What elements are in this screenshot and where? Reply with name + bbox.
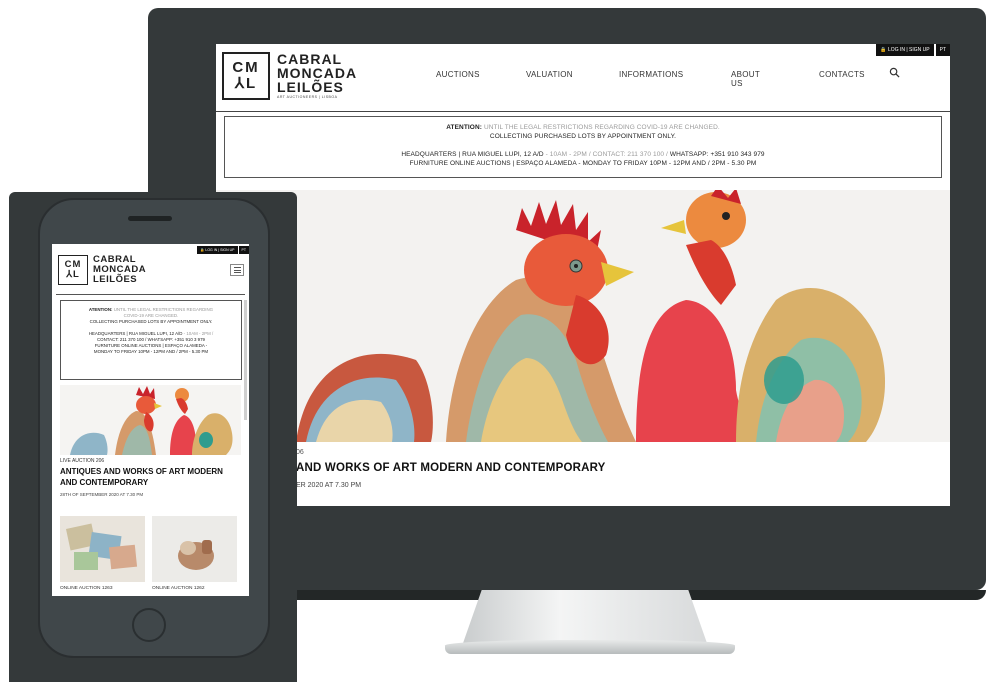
mobile-notice-label: ATENTION: (88, 307, 113, 312)
mobile-scrollbar[interactable] (244, 300, 247, 420)
logo-line-2: MONCADA (277, 65, 358, 81)
object-thumbnail-image (152, 516, 237, 582)
mobile-hq-hours: - 10AM - 2PM / (182, 330, 214, 336)
hq-hours: - 10AM - 2PM / CONTACT: 211 370 100 / (543, 151, 670, 158)
notice-label: ATENTION: (446, 124, 483, 131)
device-mockup: CM ⅄L CABRAL MONCADA LEILÕES ART AUCTION… (0, 0, 993, 682)
mobile-auction-title[interactable]: ANTIQUES AND WORKS OF ART MODERN AND CON… (60, 466, 240, 488)
monitor-stand (462, 590, 708, 646)
phone-speaker (128, 216, 172, 221)
auction-code: 06 (296, 449, 304, 456)
mobile-hero-image[interactable] (60, 385, 241, 455)
mobile-notice-furniture-2: MONDAY TO FRIDAY 10PM - 12PM AND / 2PM -… (93, 349, 209, 355)
header-divider (56, 294, 245, 295)
covid-notice: ATENTION: UNTIL THE LEGAL RESTRICTIONS R… (224, 116, 942, 178)
rooster-illustration (216, 190, 950, 442)
desktop-screen: CM ⅄L CABRAL MONCADA LEILÕES ART AUCTION… (216, 44, 950, 506)
mobile-auction-code: LIVE AUCTION 206 (60, 458, 105, 464)
auction-title[interactable]: AND WORKS OF ART MODERN AND CONTEMPORARY (296, 462, 606, 474)
notice-text: UNTIL THE LEGAL RESTRICTIONS REGARDING C… (483, 124, 720, 131)
hq-whatsapp: WHATSAPP: +351 910 343 979 (669, 151, 765, 158)
mobile-login-link[interactable]: 🔒 LOG IN | SIGN UP (197, 246, 238, 254)
logo-mark-top: CM (232, 59, 260, 76)
mobile-screen: 🔒 LOG IN | SIGN UP PT CM ⅄L CABRAL MONCA… (52, 244, 249, 596)
language-toggle[interactable]: PT (935, 44, 950, 56)
logo-mark: CM ⅄L (222, 52, 270, 100)
logo-tagline: ART AUCTIONEERS | LISBOA (277, 95, 338, 99)
nav-valuation[interactable]: VALUATION (526, 70, 573, 79)
mobile-rooster-illustration (60, 385, 241, 455)
hamburger-menu-icon[interactable] (230, 264, 244, 276)
notice-line-2: COLLECTING PURCHASED LOTS BY APPOINTMENT… (489, 133, 677, 140)
notice-line-1: ATENTION: UNTIL THE LEGAL RESTRICTIONS R… (225, 123, 941, 132)
logo-wordmark: CABRAL MONCADA LEILÕES ART AUCTIONEERS |… (277, 52, 357, 100)
login-signup-link[interactable]: 🔒 LOG IN | SIGN UP (876, 44, 934, 56)
mobile-logo-line-3: LEILÕES (93, 274, 138, 285)
mobile-topbar: 🔒 LOG IN | SIGN UP PT (196, 246, 249, 254)
nav-about-us[interactable]: ABOUT US (731, 70, 760, 88)
auction-date: ER 2020 AT 7.30 PM (296, 482, 362, 489)
notice-hq: HEADQUARTERS | RUA MIGUEL LUPI, 12 A/D -… (225, 150, 941, 159)
mobile-auction-date: 28TH OF SEPTEMBER 2020 AT 7.30 PM (60, 492, 144, 497)
mobile-hq-address: HEADQUARTERS | RUA MIGUEL LUPI, 12 A/D (88, 330, 183, 336)
thumbnail-caption-1262: ONLINE AUCTION 1262 (152, 586, 205, 591)
brand-logo[interactable]: CM ⅄L CABRAL MONCADA LEILÕES ART AUCTION… (222, 52, 357, 100)
nav-auctions[interactable]: AUCTIONS (436, 70, 480, 79)
hq-address: HEADQUARTERS | RUA MIGUEL LUPI, 12 A/D (401, 151, 544, 158)
search-icon[interactable] (889, 67, 900, 78)
logo-line-1: CABRAL (277, 51, 343, 67)
hero-image-roosters[interactable] (216, 190, 950, 442)
thumbnail-caption-1263: ONLINE AUCTION 1263 (60, 586, 113, 591)
phone-home-button (132, 608, 166, 642)
desktop-topbar: 🔒 LOG IN | SIGN UP PT (874, 44, 950, 56)
mobile-notice-text: UNTIL THE LEGAL RESTRICTIONS REGARDING (113, 307, 214, 312)
mobile-logo-mark-bottom: ⅄L (66, 269, 80, 280)
monitor-stand-base (445, 640, 735, 654)
mobile-logo-mark: CM ⅄L (58, 255, 88, 285)
mobile-covid-notice: ATENTION: UNTIL THE LEGAL RESTRICTIONS R… (60, 300, 242, 380)
logo-line-3: LEILÕES (277, 79, 344, 95)
thumbnail-auction-1263[interactable] (60, 516, 145, 582)
logo-mark-bottom: ⅄L (234, 75, 258, 92)
mobile-brand-logo[interactable]: CM ⅄L CABRAL MONCADA LEILÕES (58, 255, 146, 285)
mobile-language-toggle[interactable]: PT (238, 246, 249, 254)
paintings-thumbnail-image (60, 516, 145, 582)
nav-contacts[interactable]: CONTACTS (819, 70, 865, 79)
notice-furniture: FURNITURE ONLINE AUCTIONS | ESPAÇO ALAME… (409, 160, 757, 167)
desktop-header: CM ⅄L CABRAL MONCADA LEILÕES ART AUCTION… (216, 44, 950, 112)
nav-informations[interactable]: INFORMATIONS (619, 70, 683, 79)
thumbnail-auction-1262[interactable] (152, 516, 237, 582)
mobile-logo-wordmark: CABRAL MONCADA LEILÕES (93, 255, 146, 285)
